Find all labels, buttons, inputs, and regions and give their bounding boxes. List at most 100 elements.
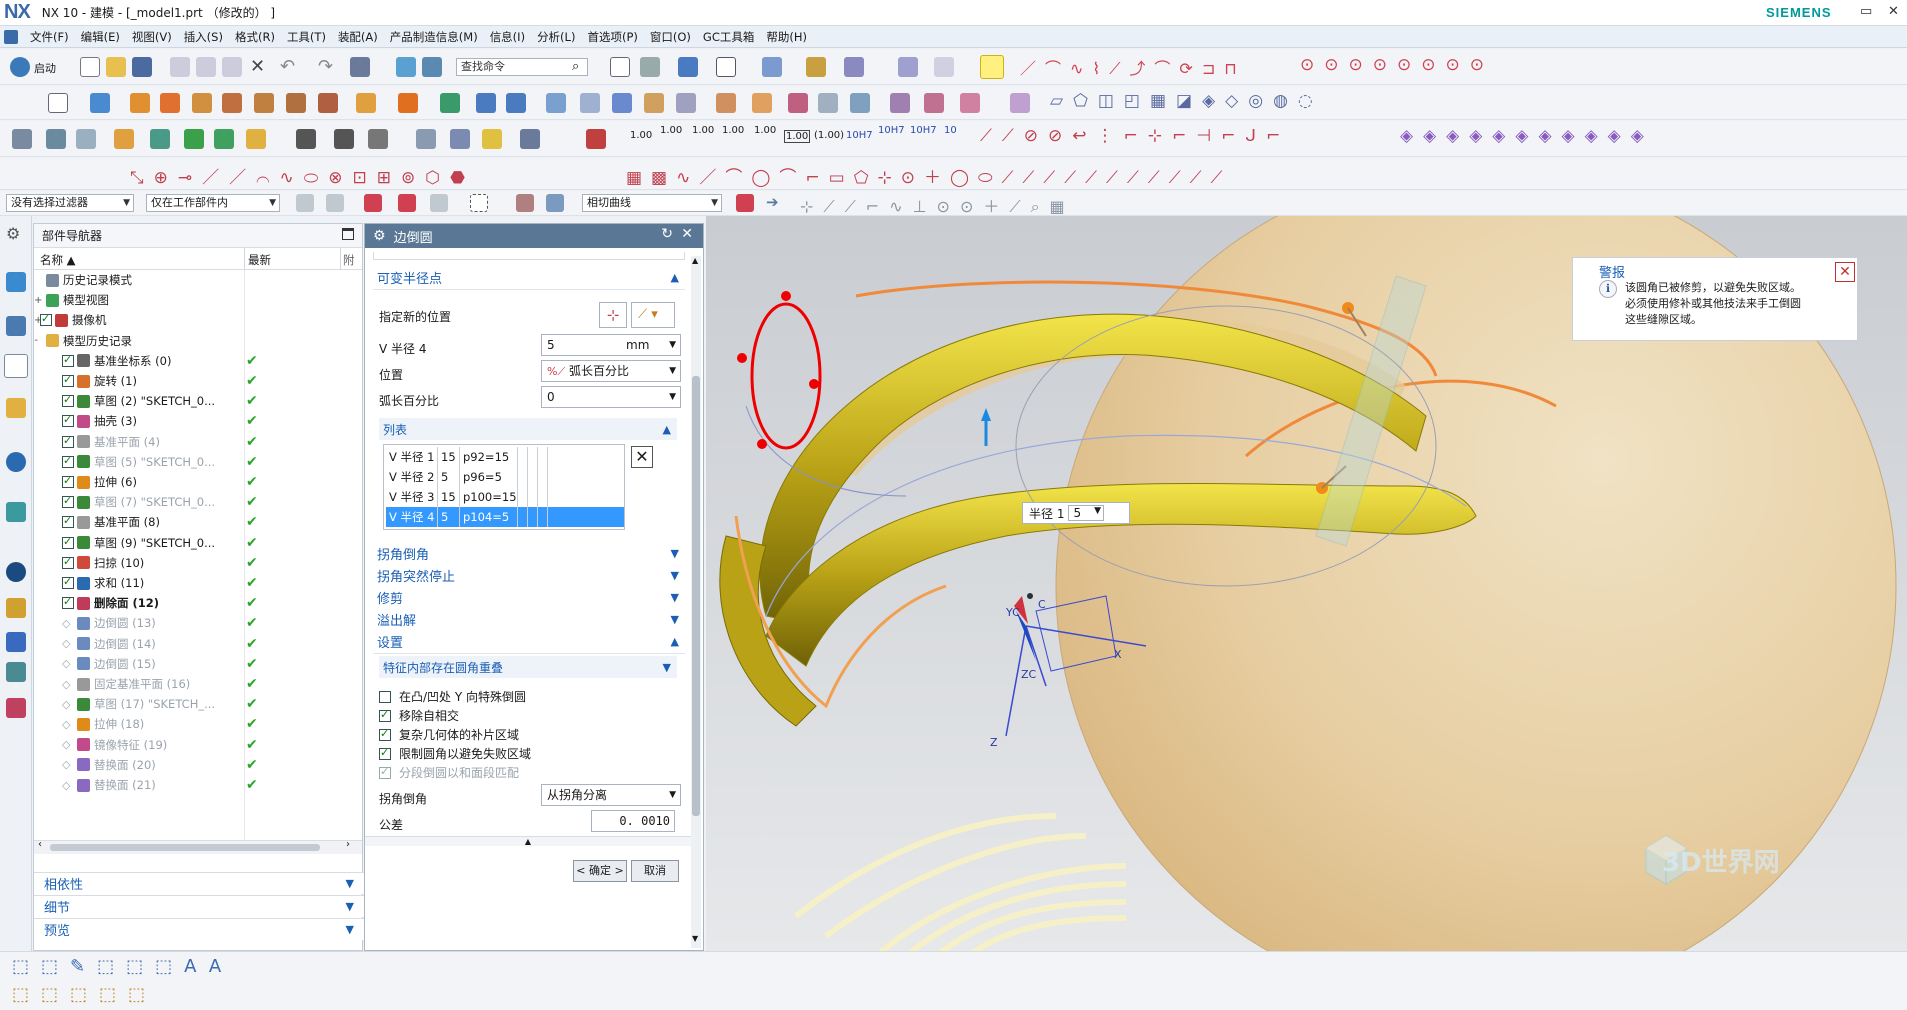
tree-row[interactable]: ◇ 替换面 (21) ✔	[34, 775, 344, 795]
wrap-icon[interactable]	[788, 93, 808, 113]
tree-row[interactable]: 基准坐标系 (0) ✔	[34, 351, 344, 371]
delete-icon[interactable]: ✕	[250, 56, 265, 77]
pmi-dimension-icon[interactable]	[450, 129, 470, 149]
snap-point-tools[interactable]: ⊙⊙⊙⊙⊙⊙⊙⊙	[1300, 55, 1494, 75]
tolerance-6[interactable]: 1.00	[784, 130, 811, 143]
corner-chamfer-group[interactable]: 拐角倒角 ▼	[373, 542, 685, 566]
close-icon[interactable]: ✕	[1888, 4, 1899, 19]
pmi-surface-finish-icon[interactable]	[482, 129, 502, 149]
cancel-button[interactable]: 取消	[631, 860, 679, 882]
assembly-icon[interactable]	[150, 129, 170, 149]
layer-settings-icon[interactable]	[76, 129, 96, 149]
tree-row[interactable]: ◇ 边倒圆 (13) ✔	[34, 613, 344, 633]
constraint-icon[interactable]	[214, 129, 234, 149]
radius-list-row[interactable]: V 半径 2 5 p96=5	[386, 467, 624, 487]
pmi-symbol-icon[interactable]	[334, 129, 354, 149]
scroll-left-icon[interactable]: ‹	[38, 839, 42, 850]
snap-grid-icon[interactable]	[12, 129, 32, 149]
repeat-command-icon[interactable]	[350, 57, 370, 77]
command-search-input[interactable]: 查找命令	[456, 58, 588, 76]
radius-list-row[interactable]: V 半径 1 15 p92=15	[386, 447, 624, 467]
new-icon[interactable]	[80, 57, 100, 77]
radius-list-row[interactable]: V 半径 3 15 p100=15	[386, 487, 624, 507]
add-curve-icon[interactable]	[736, 194, 754, 212]
arc-percent-input[interactable]: 0 ▼	[541, 386, 681, 408]
tree-row[interactable]: ◇ 拉伸 (18) ✔	[34, 714, 344, 734]
system-scenes-icon[interactable]	[6, 698, 26, 718]
snap-view-icon[interactable]	[844, 57, 864, 77]
tolerance-1[interactable]: 1.00	[630, 130, 652, 141]
menu-info[interactable]: 信息(I)	[484, 29, 531, 45]
corner-stop-group[interactable]: 拐角突然停止 ▼	[373, 564, 685, 588]
fit-4[interactable]: 10	[944, 125, 957, 136]
handle-top[interactable]	[781, 291, 791, 301]
dialog-scrollbar[interactable]: ▲ ▼	[691, 256, 701, 948]
visibility-checkbox[interactable]	[62, 535, 74, 549]
groove-icon[interactable]	[356, 93, 376, 113]
v-radius-input[interactable]: 5 mm ▼	[541, 334, 681, 356]
manufacturing-wizard-icon[interactable]	[6, 632, 26, 652]
tree-row[interactable]: ◇ 替换面 (20) ✔	[34, 755, 344, 775]
section-details[interactable]: 细节 ▼	[34, 895, 364, 917]
process-studio-icon[interactable]	[6, 598, 26, 618]
handle-right[interactable]	[809, 379, 819, 389]
menu-format[interactable]: 格式(R)	[229, 29, 281, 45]
visibility-checkbox[interactable]	[62, 494, 74, 509]
dialog-close-icon[interactable]: ✕	[681, 226, 693, 242]
hd3d-tools-icon[interactable]	[6, 452, 26, 472]
overflow-group[interactable]: 溢出解 ▼	[373, 608, 685, 632]
handle-bottom[interactable]	[757, 439, 767, 449]
menu-view[interactable]: 视图(V)	[126, 29, 178, 45]
visibility-checkbox[interactable]	[62, 575, 74, 589]
select-body-icon[interactable]	[516, 194, 534, 212]
visibility-checkbox[interactable]	[62, 393, 74, 408]
sketch-icon[interactable]	[48, 93, 68, 113]
visibility-checkbox[interactable]	[40, 312, 52, 327]
pmi-annotation-icon[interactable]	[586, 129, 606, 149]
setting-option[interactable]: 移除自相交	[379, 707, 459, 724]
shaded-icon[interactable]	[678, 57, 698, 77]
open-icon[interactable]	[106, 57, 126, 77]
pocket-icon[interactable]	[254, 93, 274, 113]
arrow-right-icon[interactable]: ➔	[766, 193, 779, 211]
pmi-placement-tools[interactable]: ⬚⬚✎⬚⬚⬚AA	[12, 956, 233, 977]
tree-row[interactable]: 草图 (2) "SKETCH_0... ✔	[34, 391, 344, 411]
remove-row-button[interactable]: ✕	[631, 446, 653, 468]
reset-icon[interactable]: ↻	[661, 226, 673, 242]
menu-window[interactable]: 窗口(O)	[644, 29, 697, 45]
menu-preferences[interactable]: 首选项(P)	[581, 29, 643, 45]
split-body-icon[interactable]	[580, 93, 600, 113]
undo-icon[interactable]: ↶	[280, 56, 295, 77]
tolerance-7[interactable]: (1.00)	[814, 130, 844, 141]
selection-filter-select[interactable]: 没有选择过滤器 ▼	[6, 194, 134, 212]
settings-group[interactable]: 设置 ▲	[373, 630, 685, 654]
visibility-checkbox[interactable]	[62, 595, 74, 610]
chamfer-icon[interactable]	[960, 93, 980, 113]
tree-row[interactable]: ◇ 草图 (17) "SKETCH_... ✔	[34, 694, 344, 714]
tree-row[interactable]: 草图 (7) "SKETCH_0... ✔	[34, 492, 344, 512]
filter-icon[interactable]	[296, 194, 314, 212]
option-checkbox[interactable]	[379, 727, 391, 741]
section-preview[interactable]: 预览 ▼	[34, 918, 364, 940]
pmi-datum-icon[interactable]	[368, 129, 388, 149]
tree-row[interactable]: 拉伸 (6) ✔	[34, 472, 344, 492]
select-arrow-icon[interactable]	[364, 194, 382, 212]
mirror-icon[interactable]	[476, 93, 496, 113]
tree-row[interactable]: 旋转 (1) ✔	[34, 371, 344, 391]
point-type-select[interactable]: ⟋ ▾	[631, 302, 675, 328]
trim-body-icon[interactable]	[546, 93, 566, 113]
variable-radius-group[interactable]: 可变半径点 ▲	[373, 266, 685, 290]
scale-body-icon[interactable]	[752, 93, 772, 113]
tree-row[interactable]: 删除面 (12) ✔	[34, 593, 344, 613]
list-group[interactable]: 列表 ▲	[379, 418, 677, 440]
onscreen-radius-value[interactable]: 5 ▼	[1068, 505, 1105, 521]
offset-face-icon[interactable]	[612, 93, 632, 113]
snap-point-options[interactable]: ⊹⟋⟋⌐∿⊥⊙⊙＋⟋⌕▦	[800, 193, 1075, 217]
select-face-icon[interactable]	[430, 194, 448, 212]
visibility-checkbox[interactable]	[62, 454, 74, 468]
edge-blend-icon[interactable]	[924, 93, 944, 113]
orient-view-icon[interactable]	[762, 57, 782, 77]
minimize-icon[interactable]: ▭	[1860, 4, 1872, 19]
setting-option[interactable]: 在凸/凹处 Y 向特殊倒圆	[379, 688, 526, 705]
tree-row[interactable]: - 模型历史记录	[34, 331, 344, 351]
